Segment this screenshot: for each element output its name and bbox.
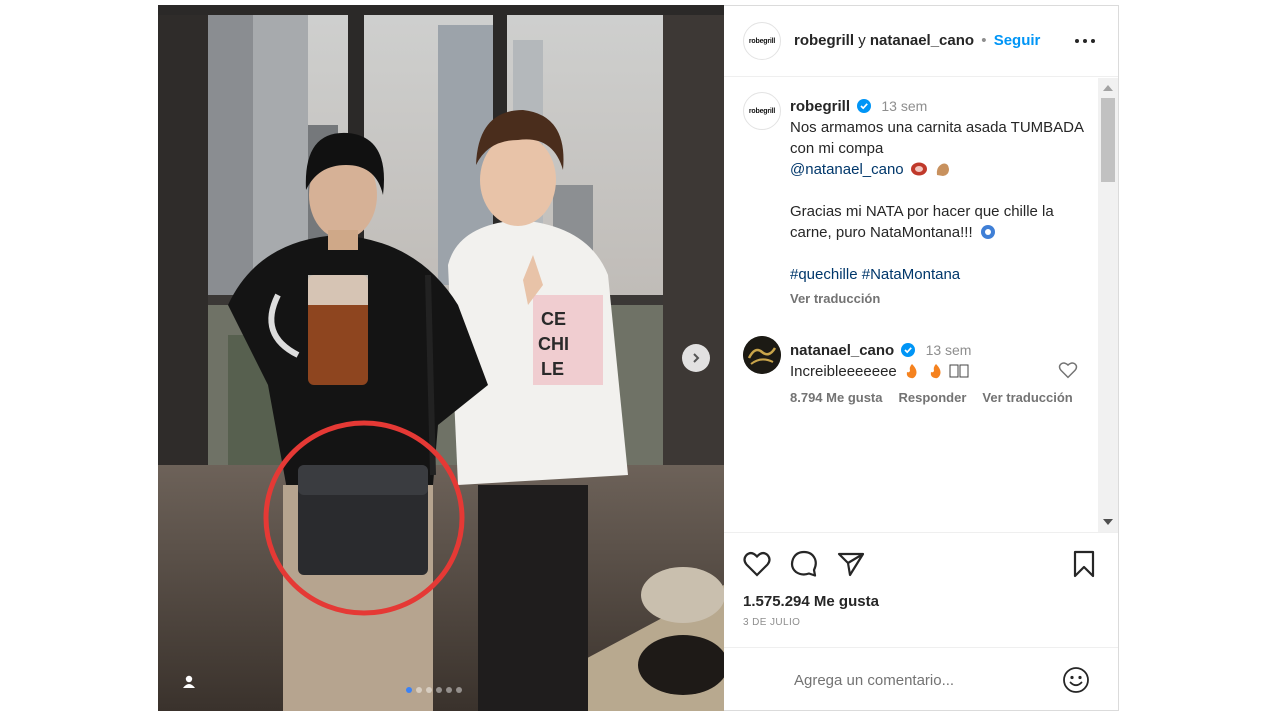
post-likes[interactable]: 1.575.294 Me gusta xyxy=(743,593,879,610)
post-authors: robegrill y natanael_cano • Seguir xyxy=(794,32,1040,49)
comment-input[interactable] xyxy=(794,668,1044,692)
fire-emoji-icon xyxy=(906,364,917,379)
chevron-right-icon xyxy=(693,353,700,363)
svg-text:CE: CE xyxy=(541,309,566,329)
carousel-dot xyxy=(406,687,412,693)
post-details-panel: robegrill robegrill y natanael_cano • Se… xyxy=(724,5,1119,711)
reply-username[interactable]: natanael_cano xyxy=(790,342,894,359)
author-avatar[interactable]: robegrill xyxy=(743,22,781,60)
hashtag-quechille[interactable]: #quechille xyxy=(790,266,858,283)
caption-line-1: Nos armamos una carnita asada TUMBADA co… xyxy=(790,119,1084,157)
follow-button[interactable]: Seguir xyxy=(994,32,1041,49)
heart-icon[interactable] xyxy=(743,550,771,578)
caption-mention[interactable]: @natanael_cano xyxy=(790,161,904,178)
comment-icon[interactable] xyxy=(790,550,818,578)
caption-see-translation[interactable]: Ver traducción xyxy=(790,291,880,306)
reply-meta: 8.794 Me gusta Responder Ver traducción xyxy=(790,390,1073,405)
reply-button[interactable]: Responder xyxy=(899,390,967,405)
cyclone-emoji-icon xyxy=(980,225,995,239)
caption-avatar[interactable]: robegrill xyxy=(743,92,781,130)
caption-time: 13 sem xyxy=(881,98,928,114)
smile-icon[interactable] xyxy=(1062,666,1090,694)
next-photo-button[interactable] xyxy=(682,344,710,372)
tagged-users-button[interactable] xyxy=(178,671,200,693)
bookmark-icon[interactable] xyxy=(1070,550,1098,578)
scroll-thumb[interactable] xyxy=(1101,98,1115,182)
reply-text: Increibleeeeeee xyxy=(790,363,897,380)
like-comment-heart-icon[interactable] xyxy=(1058,361,1078,379)
more-icon[interactable] xyxy=(1074,32,1096,50)
reply-time: 13 sem xyxy=(925,342,972,358)
unknown-glyph-icon xyxy=(949,364,969,378)
comments-list[interactable]: robegrill robegrill 13 sem Nos armamos u… xyxy=(724,78,1098,532)
svg-text:CHI: CHI xyxy=(538,334,569,354)
caption-line-2: Gracias mi NATA por hacer que chille la … xyxy=(790,203,1054,241)
reply-likes[interactable]: 8.794 Me gusta xyxy=(790,390,883,405)
post-date: 3 DE JULIO xyxy=(743,617,801,628)
carousel-dot xyxy=(446,687,452,693)
caption-username[interactable]: robegrill xyxy=(790,98,850,115)
scroll-up-arrow[interactable] xyxy=(1103,85,1113,91)
carousel-dot xyxy=(456,687,462,693)
user-tag-icon xyxy=(183,675,195,688)
hashtag-natamontana[interactable]: #NataMontana xyxy=(862,266,960,283)
verified-badge-icon xyxy=(901,343,916,357)
fire-emoji-icon xyxy=(930,364,941,379)
add-comment-bar xyxy=(724,647,1118,711)
reply-comment: natanael_cano 13 sem Increibleeeeeee xyxy=(790,340,1080,382)
author-username[interactable]: robegrill xyxy=(794,32,854,49)
scroll-down-arrow[interactable] xyxy=(1103,519,1113,525)
post-header: robegrill robegrill y natanael_cano • Se… xyxy=(724,6,1118,77)
avatar-logo-text: robegrill xyxy=(748,107,776,115)
comments-scrollbar[interactable] xyxy=(1098,78,1118,532)
photo-scene: CE CHI LE xyxy=(158,5,724,711)
reply-see-translation[interactable]: Ver traducción xyxy=(982,390,1072,405)
carousel-indicator xyxy=(406,687,462,693)
caption: robegrill 13 sem Nos armamos una carnita… xyxy=(790,96,1090,285)
post-photo[interactable]: CE CHI LE xyxy=(158,5,724,711)
steak-emoji-icon xyxy=(910,162,927,176)
share-icon[interactable] xyxy=(837,550,865,578)
header-separator: • xyxy=(981,32,987,49)
carousel-dot xyxy=(416,687,422,693)
author-connector: y xyxy=(858,32,866,49)
reply-avatar[interactable] xyxy=(743,336,781,374)
carousel-dot xyxy=(436,687,442,693)
pinched-hand-emoji-icon xyxy=(936,163,949,176)
avatar-logo-text: robegrill xyxy=(748,37,776,45)
natanael-logo xyxy=(743,336,781,374)
verified-badge-icon xyxy=(857,99,872,113)
coauthor-username[interactable]: natanael_cano xyxy=(870,32,974,49)
svg-text:LE: LE xyxy=(541,359,564,379)
carousel-dot xyxy=(426,687,432,693)
post-actions: 1.575.294 Me gusta 3 DE JULIO xyxy=(724,532,1118,647)
